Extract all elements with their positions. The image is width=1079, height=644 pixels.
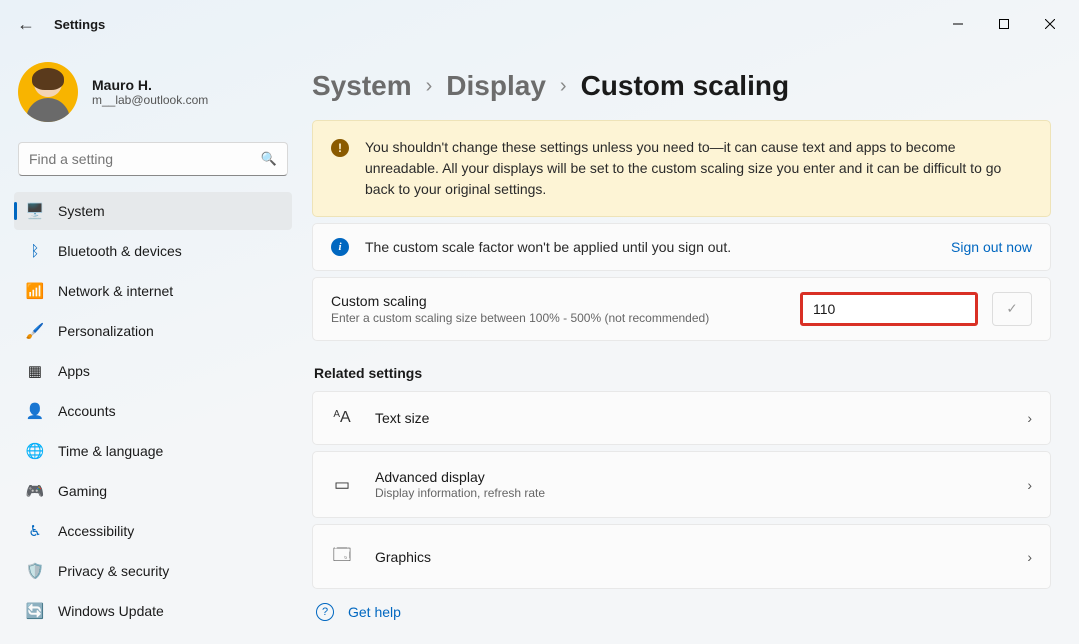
nav-accounts[interactable]: 👤 Accounts <box>14 392 292 430</box>
nav-time[interactable]: 🌐 Time & language <box>14 432 292 470</box>
nav-privacy[interactable]: 🛡️ Privacy & security <box>14 552 292 590</box>
chevron-right-icon: › <box>560 75 567 98</box>
nav-label: Gaming <box>58 483 107 499</box>
nav-system[interactable]: 🖥️ System <box>14 192 292 230</box>
update-icon: 🔄 <box>26 602 44 620</box>
maximize-button[interactable] <box>981 8 1027 40</box>
main-content: System › Display › Custom scaling ! You … <box>300 48 1079 644</box>
nav-bluetooth[interactable]: ᛒ Bluetooth & devices <box>14 232 292 270</box>
graphics-row[interactable]: 🗔 Graphics › <box>312 524 1051 589</box>
nav-label: System <box>58 203 105 219</box>
back-button[interactable]: ← <box>6 4 46 44</box>
shield-icon: 🛡️ <box>26 562 44 580</box>
sign-out-link[interactable]: Sign out now <box>951 239 1032 255</box>
text-size-row[interactable]: AA Text size › <box>312 391 1051 445</box>
info-text: The custom scale factor won't be applied… <box>365 239 731 255</box>
nav-label: Bluetooth & devices <box>58 243 182 259</box>
link-title: Text size <box>375 410 1005 426</box>
nav: 🖥️ System ᛒ Bluetooth & devices 📶 Network &… <box>14 192 292 630</box>
crumb-current: Custom scaling <box>581 70 789 102</box>
get-help-link[interactable]: ? Get help <box>312 595 1051 629</box>
nav-accessibility[interactable]: ♿︎ Accessibility <box>14 512 292 550</box>
text-size-icon: AA <box>331 409 353 427</box>
nav-update[interactable]: 🔄 Windows Update <box>14 592 292 630</box>
help-icon: ? <box>316 603 334 621</box>
info-banner: i The custom scale factor won't be appli… <box>312 223 1051 271</box>
chevron-right-icon: › <box>426 75 433 98</box>
display-icon: 🖥️ <box>26 202 44 220</box>
nav-label: Time & language <box>58 443 163 459</box>
crumb-display[interactable]: Display <box>446 70 546 102</box>
accessibility-icon: ♿︎ <box>26 522 44 540</box>
scale-input[interactable] <box>800 292 978 326</box>
nav-apps[interactable]: ▦ Apps <box>14 352 292 390</box>
chevron-right-icon: › <box>1027 549 1032 565</box>
nav-gaming[interactable]: 🎮 Gaming <box>14 472 292 510</box>
custom-scale-row: Custom scaling Enter a custom scaling si… <box>312 277 1051 341</box>
close-button[interactable] <box>1027 8 1073 40</box>
advanced-display-row[interactable]: ▭ Advanced display Display information, … <box>312 451 1051 518</box>
link-title: Advanced display <box>375 469 1005 485</box>
warning-banner: ! You shouldn't change these settings un… <box>312 120 1051 217</box>
nav-label: Apps <box>58 363 90 379</box>
scaling-title: Custom scaling <box>331 293 786 309</box>
nav-network[interactable]: 📶 Network & internet <box>14 272 292 310</box>
search-box[interactable]: 🔍 <box>18 142 288 176</box>
gamepad-icon: 🎮 <box>26 482 44 500</box>
monitor-icon: ▭ <box>331 475 353 495</box>
person-icon: 👤 <box>26 402 44 420</box>
nav-label: Accessibility <box>58 523 134 539</box>
profile-name: Mauro H. <box>92 77 208 93</box>
paintbrush-icon: 🖌️ <box>26 322 44 340</box>
crumb-system[interactable]: System <box>312 70 412 102</box>
nav-label: Privacy & security <box>58 563 169 579</box>
info-icon: i <box>331 238 349 256</box>
breadcrumb: System › Display › Custom scaling <box>312 70 1051 102</box>
window-title: Settings <box>54 17 105 32</box>
profile[interactable]: Mauro H. m__lab@outlook.com <box>14 60 292 136</box>
search-icon: 🔍 <box>261 151 277 167</box>
help-label: Get help <box>348 604 401 620</box>
warning-icon: ! <box>331 139 349 157</box>
globe-clock-icon: 🌐 <box>26 442 44 460</box>
nav-label: Network & internet <box>58 283 173 299</box>
nav-label: Accounts <box>58 403 116 419</box>
warning-text: You shouldn't change these settings unle… <box>365 137 1032 200</box>
chevron-right-icon: › <box>1027 477 1032 493</box>
graphics-icon: 🗔 <box>331 542 353 571</box>
scaling-subtitle: Enter a custom scaling size between 100%… <box>331 311 786 325</box>
bluetooth-icon: ᛒ <box>26 242 44 260</box>
apps-icon: ▦ <box>26 362 44 380</box>
minimize-button[interactable] <box>935 8 981 40</box>
nav-personalization[interactable]: 🖌️ Personalization <box>14 312 292 350</box>
search-input[interactable] <box>29 151 261 167</box>
apply-scale-button[interactable]: ✓ <box>992 292 1032 326</box>
sidebar: Mauro H. m__lab@outlook.com 🔍 🖥️ System ᛒ… <box>0 48 300 644</box>
related-heading: Related settings <box>314 365 1051 381</box>
link-title: Graphics <box>375 549 1005 565</box>
nav-label: Windows Update <box>58 603 164 619</box>
nav-label: Personalization <box>58 323 154 339</box>
profile-email: m__lab@outlook.com <box>92 93 208 107</box>
chevron-right-icon: › <box>1027 410 1032 426</box>
wifi-icon: 📶 <box>26 282 44 300</box>
link-subtitle: Display information, refresh rate <box>375 486 1005 500</box>
avatar <box>18 62 78 122</box>
